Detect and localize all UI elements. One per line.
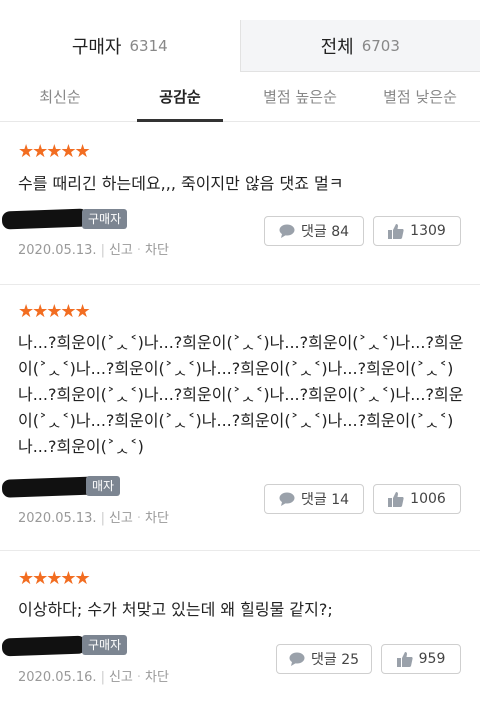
tab-buyers-label: 구매자 xyxy=(71,37,122,58)
review-item: ★★★★★ 수를 때리긴 하는데요,,, 죽이지만 않음 댓죠 멀ㅋ 구매자 2… xyxy=(0,123,480,285)
redacted-username xyxy=(1,208,89,230)
report-link[interactable]: 신고 xyxy=(109,243,133,258)
thumbs-up-icon xyxy=(388,491,404,507)
star-rating: ★★★★★ xyxy=(18,301,91,322)
sort-rating-high[interactable]: 별점 높은순 xyxy=(240,72,360,121)
like-count: 1006 xyxy=(410,491,446,507)
review-date: 2020.05.13. xyxy=(18,511,97,526)
review-meta: 2020.05.13. | 신고 · 차단 xyxy=(18,507,169,526)
like-count: 1309 xyxy=(410,223,446,239)
thumbs-up-icon xyxy=(388,223,404,239)
comment-button[interactable]: 댓글 84 xyxy=(264,216,364,246)
report-link[interactable]: 신고 xyxy=(109,511,133,526)
comment-count: 댓글 14 xyxy=(300,492,350,508)
comment-count: 댓글 84 xyxy=(300,224,350,240)
top-border xyxy=(0,0,480,21)
review-text: 수를 때리긴 하는데요,,, 죽이지만 않음 댓죠 멀ㅋ xyxy=(18,174,344,193)
meta-divider: | xyxy=(100,670,105,685)
buyer-filter-tabs: 구매자 6314 전체 6703 xyxy=(0,20,480,72)
like-button[interactable]: 1006 xyxy=(373,484,461,514)
tab-buyers[interactable]: 구매자 6314 xyxy=(0,20,241,72)
report-link[interactable]: 신고 xyxy=(109,670,133,685)
buyer-badge: 매자 xyxy=(86,476,121,496)
review-text: 이상하다; 수가 처맞고 있는데 왜 힐링물 같지?; xyxy=(18,600,333,619)
tab-all-label: 전체 xyxy=(320,36,354,58)
review-text: 나...?희운이(˃ᆺ˂)나...?희운이(˃ᆺ˂)나...?희운이(˃ᆺ˂)나… xyxy=(18,333,464,456)
review-meta: 2020.05.13. | 신고 · 차단 xyxy=(18,239,169,258)
meta-dot: · xyxy=(136,670,142,685)
tab-buyers-count: 6314 xyxy=(129,37,168,55)
block-link[interactable]: 차단 xyxy=(145,511,169,526)
comment-icon xyxy=(279,492,295,506)
comment-icon xyxy=(279,224,295,238)
redacted-username xyxy=(1,635,87,657)
meta-divider: | xyxy=(100,511,105,526)
comment-icon xyxy=(289,652,305,666)
sort-latest[interactable]: 최신순 xyxy=(0,72,120,121)
tab-all[interactable]: 전체 6703 xyxy=(240,20,480,72)
meta-dot: · xyxy=(136,243,142,258)
meta-divider: | xyxy=(100,243,105,258)
comment-count: 댓글 25 xyxy=(310,652,360,668)
like-count: 959 xyxy=(418,651,446,667)
review-date: 2020.05.16. xyxy=(18,670,97,685)
sort-rating-low[interactable]: 별점 낮은순 xyxy=(360,72,480,121)
like-button[interactable]: 1309 xyxy=(373,216,461,246)
sort-options: 최신순 공감순 별점 높은순 별점 낮은순 xyxy=(0,72,480,122)
block-link[interactable]: 차단 xyxy=(145,670,169,685)
thumbs-up-icon xyxy=(396,651,413,667)
review-meta: 2020.05.16. | 신고 · 차단 xyxy=(18,666,169,685)
like-button[interactable]: 959 xyxy=(381,644,461,674)
buyer-badge: 구매자 xyxy=(82,635,128,655)
star-rating: ★★★★★ xyxy=(18,141,91,162)
review-item: ★★★★★ 나...?희운이(˃ᆺ˂)나...?희운이(˃ᆺ˂)나...?희운이… xyxy=(0,285,480,551)
review-item: ★★★★★ 이상하다; 수가 처맞고 있는데 왜 힐링물 같지?; 구매자 20… xyxy=(0,551,480,716)
meta-dot: · xyxy=(136,511,142,526)
comment-button[interactable]: 댓글 25 xyxy=(276,644,372,674)
block-link[interactable]: 차단 xyxy=(145,243,169,258)
review-date: 2020.05.13. xyxy=(18,243,97,258)
sort-most-liked[interactable]: 공감순 xyxy=(120,72,240,122)
tab-all-count: 6703 xyxy=(361,36,400,55)
star-rating: ★★★★★ xyxy=(18,568,91,589)
comment-button[interactable]: 댓글 14 xyxy=(264,484,364,514)
buyer-badge: 구매자 xyxy=(82,209,128,229)
